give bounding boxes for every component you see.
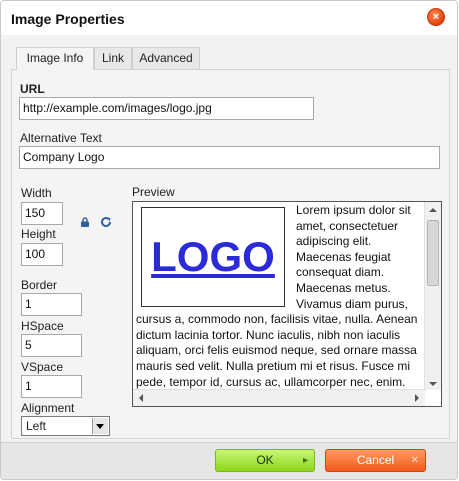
height-field[interactable]: 100 xyxy=(21,243,63,266)
close-icon[interactable]: × xyxy=(427,8,445,26)
reset-size-icon[interactable] xyxy=(100,216,112,228)
ok-button-label: OK xyxy=(256,453,274,467)
arrow-right-icon: ▸ xyxy=(302,455,308,466)
dialog-footer: OK ▸ Cancel ✕ xyxy=(1,442,457,479)
alignment-value: Left xyxy=(26,419,47,433)
dialog-titlebar[interactable]: Image Properties × xyxy=(1,1,457,35)
cancel-button[interactable]: Cancel ✕ xyxy=(325,449,426,472)
tab-link[interactable]: Link xyxy=(94,47,132,69)
vspace-field[interactable]: 1 xyxy=(21,375,82,398)
scroll-right-icon[interactable] xyxy=(415,394,419,402)
preview-vertical-scrollbar[interactable] xyxy=(424,202,441,390)
alt-text-field[interactable]: Company Logo xyxy=(19,146,440,169)
width-field[interactable]: 150 xyxy=(21,202,63,225)
logo-text: LOGO xyxy=(151,233,275,280)
chevron-down-icon[interactable] xyxy=(92,418,108,434)
preview-label: Preview xyxy=(132,185,175,199)
close-x-icon: ✕ xyxy=(410,455,419,466)
alignment-select[interactable]: Left xyxy=(21,416,110,436)
image-properties-dialog: Image Properties × Image Info Link Advan… xyxy=(0,0,458,480)
height-label: Height xyxy=(21,227,56,241)
preview-horizontal-scrollbar[interactable] xyxy=(133,389,425,406)
tab-advanced[interactable]: Advanced xyxy=(132,47,200,69)
scroll-left-icon[interactable] xyxy=(139,394,143,402)
tab-image-info[interactable]: Image Info xyxy=(16,47,94,70)
url-field[interactable]: http://example.com/images/logo.jpg xyxy=(19,97,314,120)
preview-pane: Lorem ipsum dolor sit amet, consectetuer… xyxy=(132,201,442,407)
alignment-label: Alignment xyxy=(21,401,75,415)
hspace-label: HSpace xyxy=(21,319,64,333)
url-label: URL xyxy=(20,82,45,96)
preview-image: LOGO xyxy=(141,207,285,307)
dialog-title: Image Properties xyxy=(11,11,125,27)
border-label: Border xyxy=(21,278,58,292)
hspace-field[interactable]: 5 xyxy=(21,334,82,357)
cancel-button-label: Cancel xyxy=(356,453,395,467)
scroll-thumb[interactable] xyxy=(427,220,439,286)
alt-text-label: Alternative Text xyxy=(20,131,102,145)
border-field[interactable]: 1 xyxy=(21,293,82,316)
width-label: Width xyxy=(21,186,52,200)
lock-icon[interactable] xyxy=(80,217,90,227)
ok-button[interactable]: OK ▸ xyxy=(215,449,315,472)
vspace-label: VSpace xyxy=(21,360,64,374)
scroll-down-icon[interactable] xyxy=(429,382,437,386)
scroll-up-icon[interactable] xyxy=(429,208,437,212)
